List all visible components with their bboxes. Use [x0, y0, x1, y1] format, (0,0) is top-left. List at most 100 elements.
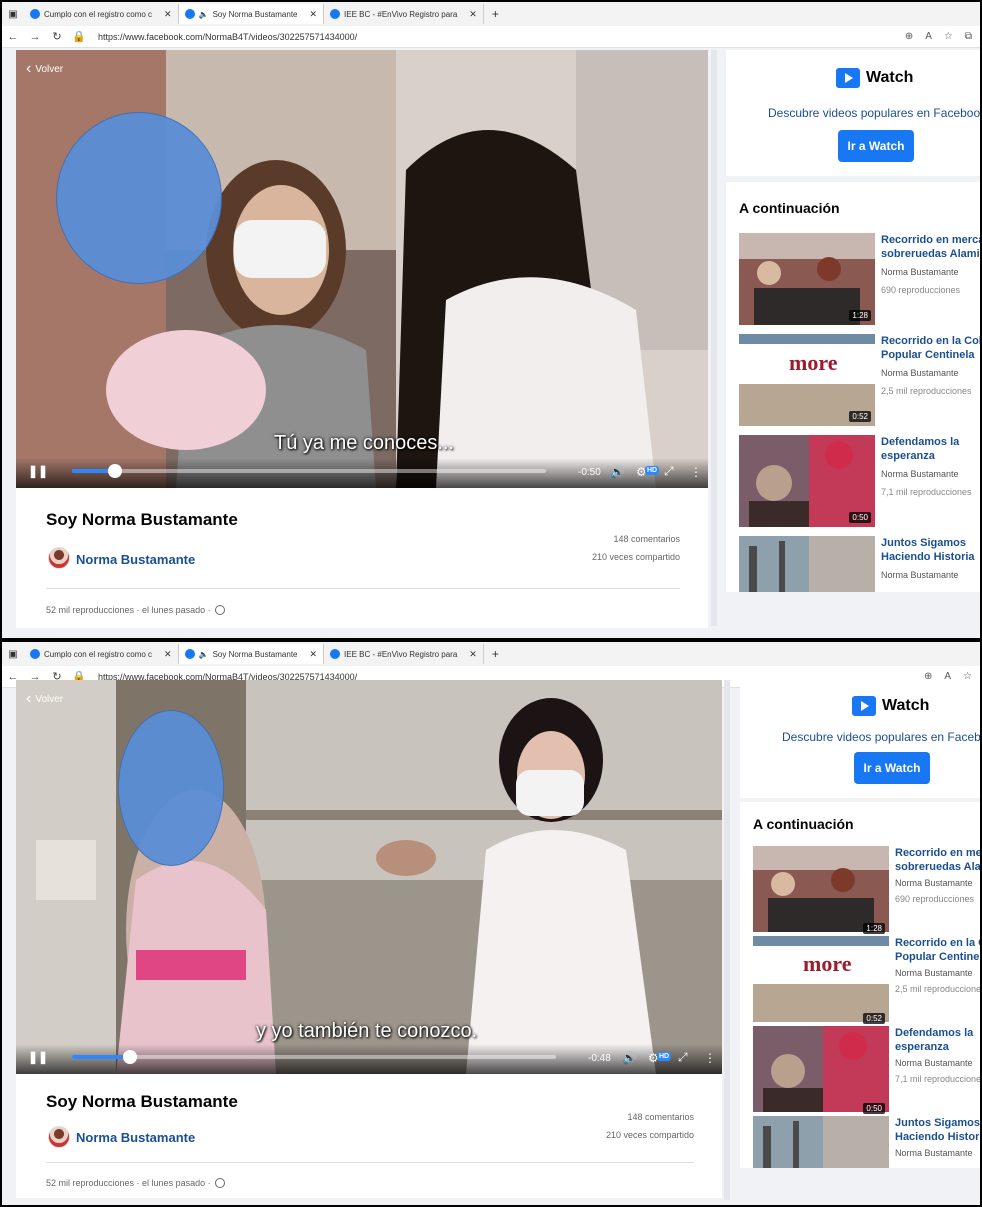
close-icon[interactable]: ✕: [310, 649, 318, 660]
list-item[interactable]: 0:50 Defendamos la esperanza Norma Busta…: [753, 1026, 980, 1122]
item-author[interactable]: Norma Bustamante: [881, 368, 959, 378]
pause-icon[interactable]: ❚❚: [28, 464, 48, 478]
scrollbar[interactable]: [711, 50, 717, 626]
svg-text:more: more: [789, 350, 838, 375]
new-tab-icon[interactable]: +: [484, 647, 507, 661]
fullscreen-icon[interactable]: ⤢: [678, 1050, 688, 1065]
duration-badge: 0:50: [863, 1103, 885, 1114]
close-icon[interactable]: ✕: [310, 9, 318, 20]
fullscreen-icon[interactable]: ⤢: [664, 464, 674, 479]
video-thumbnail[interactable]: more 0:52: [739, 334, 875, 426]
url-field[interactable]: https://www.facebook.com/NormaB4T/videos…: [98, 32, 357, 42]
speaker-icon[interactable]: 🔈: [199, 10, 209, 19]
volume-icon[interactable]: 🔊: [622, 1051, 637, 1065]
favorite-icon[interactable]: ☆: [944, 31, 953, 42]
item-title[interactable]: Defendamos la esperanza: [881, 435, 980, 463]
avatar[interactable]: [48, 1126, 70, 1148]
lock-icon: 🔒: [72, 31, 86, 43]
facebook-icon: [330, 9, 341, 19]
list-item[interactable]: more 0:52 Recorrido en la Colonia Popula…: [753, 936, 980, 1032]
item-author[interactable]: Norma Bustamante: [895, 878, 973, 888]
item-author[interactable]: Norma Bustamante: [881, 469, 959, 479]
collections-icon[interactable]: ⧉: [965, 31, 972, 42]
item-author[interactable]: Norma Bustamante: [895, 968, 973, 978]
close-icon[interactable]: ✕: [164, 649, 172, 660]
progress-knob[interactable]: [123, 1050, 138, 1064]
item-title[interactable]: Juntos Sigamos Haciendo Historia: [881, 536, 980, 564]
tab-registro[interactable]: Cumplo con el registro como c ✕: [24, 644, 179, 664]
shares-count[interactable]: 210 veces compartido: [606, 1130, 694, 1140]
item-title[interactable]: Recorrido en mercado sobreruedas Alamito…: [895, 846, 980, 874]
video-thumbnail[interactable]: [739, 536, 875, 592]
back-to-feed-button[interactable]: ‹ Volver: [26, 690, 63, 708]
go-to-watch-button[interactable]: Ir a Watch: [854, 752, 930, 784]
video-player[interactable]: ‹ Volver y yo también te conozco. ❚❚ -0:4…: [16, 680, 722, 1074]
tab-iee-bc[interactable]: IEE BC - #EnVivo Registro para ✕: [324, 644, 484, 664]
author-link[interactable]: Norma Bustamante: [76, 552, 195, 567]
author-link[interactable]: Norma Bustamante: [76, 1130, 195, 1145]
watch-heading: Watch: [836, 68, 913, 88]
refresh-icon[interactable]: ↻: [46, 30, 68, 43]
video-thumbnail[interactable]: 0:50: [753, 1026, 889, 1118]
item-title[interactable]: Defendamos la esperanza: [895, 1026, 980, 1054]
tab-registro[interactable]: Cumplo con el registro como c ✕: [24, 4, 179, 24]
more-options-icon[interactable]: ⋮: [704, 1051, 716, 1065]
tab-actions-icon[interactable]: ▣: [2, 9, 24, 20]
item-author[interactable]: Norma Bustamante: [895, 1058, 973, 1068]
time-remaining: -0:50: [578, 467, 601, 478]
thumbnail-image: [753, 1026, 889, 1112]
volume-icon[interactable]: 🔊: [610, 465, 625, 479]
video-thumbnail[interactable]: more 0:52: [753, 936, 889, 1028]
more-options-icon[interactable]: ⋮: [690, 465, 702, 479]
item-author[interactable]: Norma Bustamante: [881, 570, 959, 580]
progress-track[interactable]: [72, 1050, 556, 1064]
shares-count[interactable]: 210 veces compartido: [592, 552, 680, 562]
read-aloud-icon[interactable]: A: [925, 31, 932, 42]
item-author[interactable]: Norma Bustamante: [895, 1148, 973, 1158]
video-frame: [16, 680, 722, 1074]
avatar[interactable]: [48, 547, 70, 569]
up-next-card: A continuación 1:28 Recorrido en mercado…: [726, 182, 980, 592]
tab-bar: ▣ Cumplo con el registro como c ✕ 🔈 Soy No…: [2, 2, 980, 26]
tab-soy-norma[interactable]: 🔈 Soy Norma Bustamante ✕: [178, 4, 325, 24]
back-icon[interactable]: ←: [2, 31, 24, 43]
item-title[interactable]: Recorrido en la Colonia Popular Centinel…: [895, 936, 980, 964]
tab-bar: ▣ Cumplo con el registro como c ✕ 🔈 Soy No…: [2, 642, 980, 666]
pause-icon[interactable]: ❚❚: [28, 1050, 48, 1064]
video-player[interactable]: ‹ Volver Tú ya me conoces... ❚❚ -0:50 🔊 ⚙…: [16, 50, 708, 488]
close-icon[interactable]: ✕: [469, 9, 477, 20]
zoom-icon[interactable]: ⊕: [905, 31, 913, 42]
new-tab-icon[interactable]: +: [484, 7, 507, 21]
list-item[interactable]: Juntos Sigamos Haciendo Historia Norma B…: [753, 1116, 980, 1168]
item-title[interactable]: Recorrido en la Colonia Popular Centinel…: [881, 334, 980, 362]
speaker-icon[interactable]: 🔈: [199, 650, 209, 659]
video-thumbnail[interactable]: 1:28: [753, 846, 889, 938]
video-thumbnail[interactable]: [753, 1116, 889, 1168]
up-next-card: A continuación 1:28 Recorrido en mercado…: [740, 802, 980, 1168]
go-to-watch-button[interactable]: Ir a Watch: [838, 130, 914, 162]
video-thumbnail[interactable]: 1:28: [739, 233, 875, 325]
progress-track[interactable]: [72, 464, 546, 478]
list-item[interactable]: more 0:52 Recorrido en la Colonia Popula…: [739, 334, 980, 430]
scrollbar[interactable]: [724, 680, 730, 1200]
video-controls: ❚❚ -0:48 🔊 ⚙ HD ⤢ ⋮: [16, 1044, 722, 1074]
tab-actions-icon[interactable]: ▣: [2, 649, 24, 660]
thumbnail-image: [739, 536, 875, 592]
tab-soy-norma[interactable]: 🔈 Soy Norma Bustamante ✕: [178, 644, 325, 664]
progress-knob[interactable]: [107, 464, 122, 478]
item-title[interactable]: Juntos Sigamos Haciendo Historia: [895, 1116, 980, 1144]
back-to-feed-button[interactable]: ‹ Volver: [26, 60, 63, 78]
item-author[interactable]: Norma Bustamante: [881, 267, 959, 277]
list-item[interactable]: 1:28 Recorrido en mercado sobreruedas Al…: [739, 233, 980, 329]
list-item[interactable]: 0:50 Defendamos la esperanza Norma Busta…: [739, 435, 980, 531]
video-thumbnail[interactable]: 0:50: [739, 435, 875, 527]
list-item[interactable]: Juntos Sigamos Haciendo Historia Norma B…: [739, 536, 980, 592]
comments-count[interactable]: 148 comentarios: [627, 1112, 694, 1122]
forward-icon[interactable]: →: [24, 31, 46, 43]
close-icon[interactable]: ✕: [164, 9, 172, 20]
comments-count[interactable]: 148 comentarios: [613, 534, 680, 544]
tab-iee-bc[interactable]: IEE BC - #EnVivo Registro para ✕: [324, 4, 484, 24]
list-item[interactable]: 1:28 Recorrido en mercado sobreruedas Al…: [753, 846, 980, 942]
close-icon[interactable]: ✕: [469, 649, 477, 660]
item-title[interactable]: Recorrido en mercado sobreruedas Alamito…: [881, 233, 980, 261]
